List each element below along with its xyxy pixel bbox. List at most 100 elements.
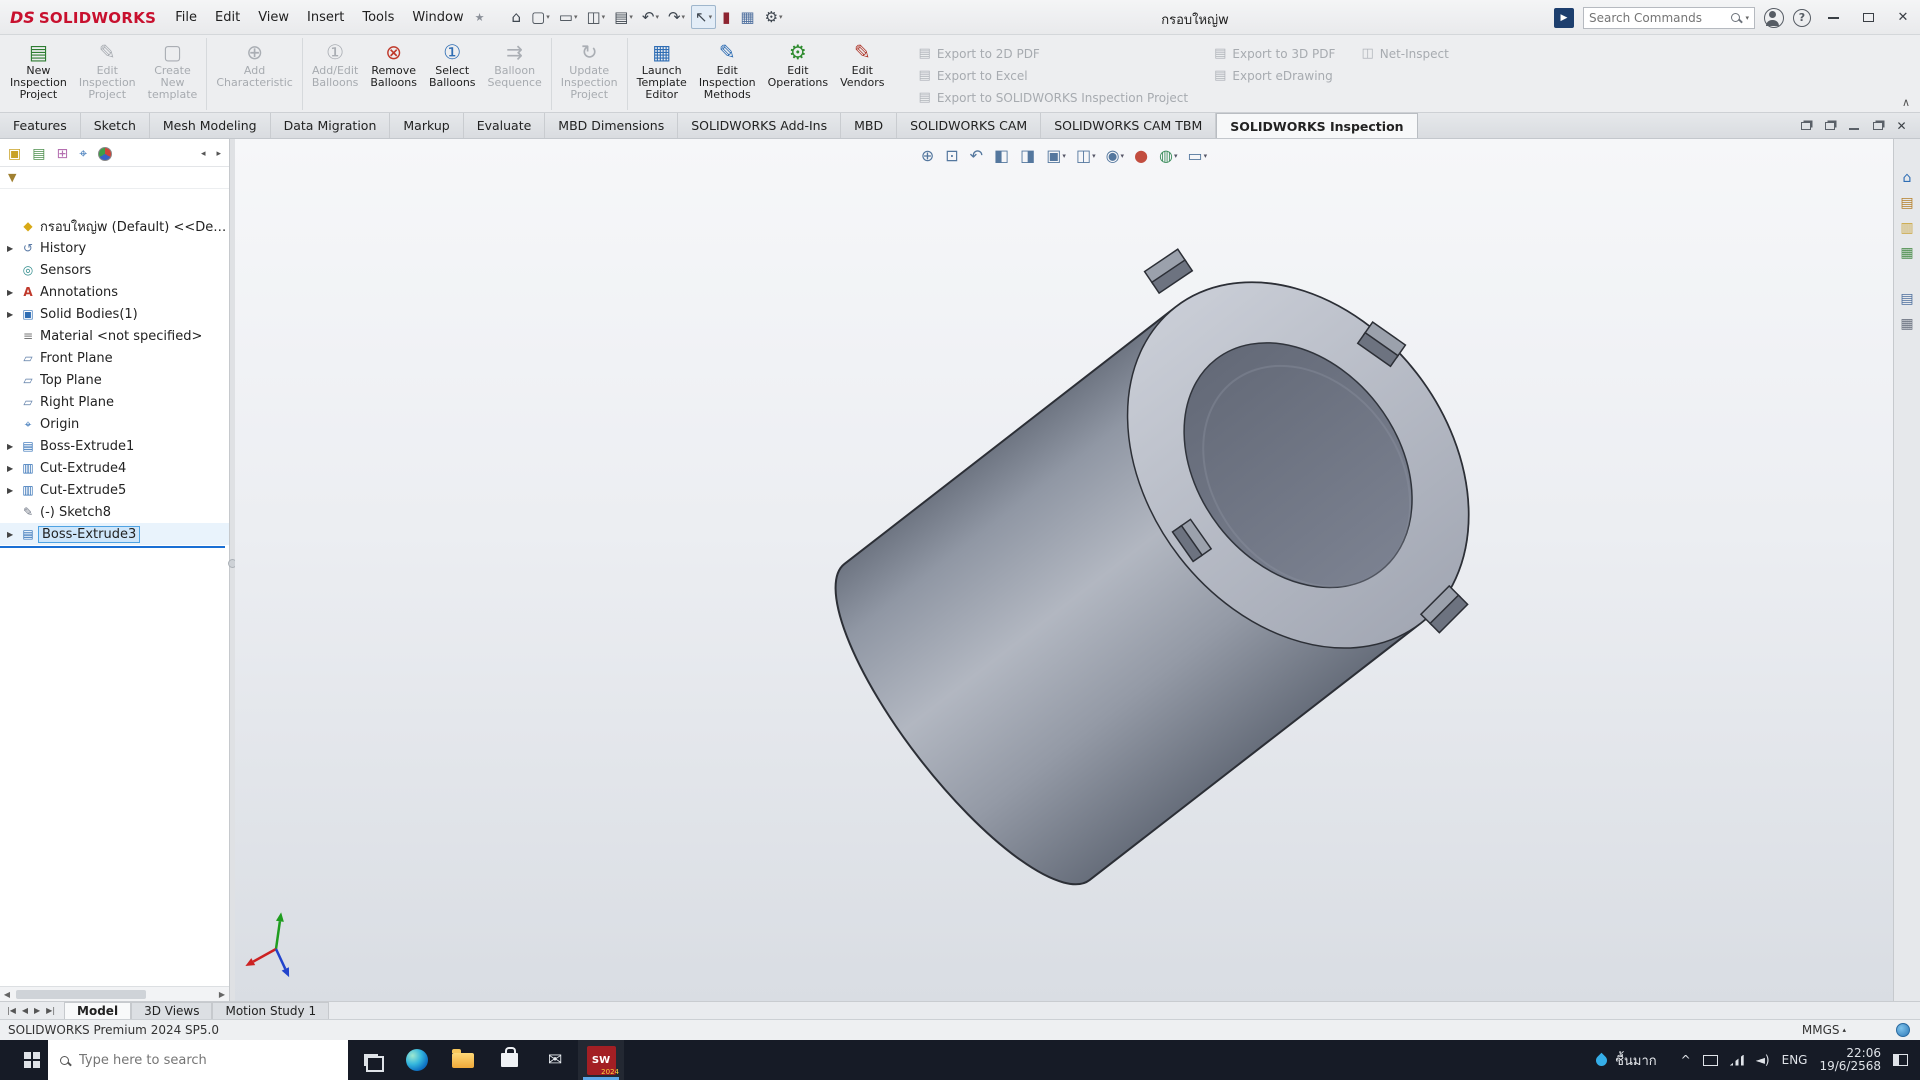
redo-icon[interactable]: ↷ ▾ bbox=[665, 6, 688, 28]
tree-item-annotations[interactable]: ▶ A Annotations bbox=[0, 281, 229, 303]
tree-item-cut-extrude5[interactable]: ▶ ▥ Cut-Extrude5 bbox=[0, 479, 229, 501]
edit-appearance-icon[interactable]: ● bbox=[1131, 144, 1152, 167]
tab-solidworks-cam[interactable]: SOLIDWORKS CAM bbox=[897, 113, 1041, 138]
model-tab-scroll-last-icon[interactable]: ▶| bbox=[43, 1006, 58, 1015]
action-center-icon[interactable] bbox=[1893, 1054, 1908, 1066]
dimxpertmanager-tab-icon[interactable]: ⌖ bbox=[79, 146, 87, 162]
open-icon[interactable]: ▭ ▾ bbox=[556, 6, 581, 28]
model-tab-scroll-next-icon[interactable]: ▶ bbox=[31, 1006, 43, 1015]
file-explorer-pane-icon[interactable]: ▥ bbox=[1900, 219, 1913, 237]
weather-widget[interactable]: ชื้นมาก bbox=[1584, 1040, 1668, 1080]
pack-and-go-icon[interactable]: ▦ bbox=[1900, 315, 1913, 333]
task-view-icon[interactable] bbox=[348, 1040, 394, 1080]
menu-view[interactable]: View bbox=[249, 6, 298, 29]
design-library-icon[interactable]: ▤ bbox=[1900, 194, 1913, 212]
propertymanager-tab-icon[interactable]: ▤ bbox=[32, 146, 45, 162]
launch-template-editor-button[interactable]: ▦ Launch Template Editor bbox=[631, 38, 693, 110]
red-indicator-icon[interactable]: ▮ bbox=[719, 6, 734, 28]
maximize-button[interactable] bbox=[1855, 6, 1881, 30]
tree-expand-icon[interactable]: ▶ bbox=[7, 442, 19, 451]
tree-item-part-root[interactable]: ◆ กรอบใหญ่w (Default) <<Default>_Displ bbox=[0, 215, 229, 237]
search-scope-icon[interactable]: ▶ bbox=[1554, 8, 1574, 28]
edit-operations-button[interactable]: ⚙ Edit Operations bbox=[762, 38, 834, 110]
edit-inspection-methods-button[interactable]: ✎ Edit Inspection Methods bbox=[693, 38, 762, 110]
tab-mbd[interactable]: MBD bbox=[841, 113, 897, 138]
tab-solidworks-inspection[interactable]: SOLIDWORKS Inspection bbox=[1216, 113, 1417, 138]
close-button[interactable]: ✕ bbox=[1890, 6, 1916, 30]
print-icon[interactable]: ▤ ▾ bbox=[611, 6, 636, 28]
tab-motion-study-1[interactable]: Motion Study 1 bbox=[212, 1002, 329, 1019]
tray-screen-icon[interactable] bbox=[1703, 1055, 1718, 1066]
model-tab-scroll-prev-icon[interactable]: ◀ bbox=[19, 1006, 31, 1015]
tab-evaluate[interactable]: Evaluate bbox=[464, 113, 546, 138]
tree-item-origin[interactable]: ⌖ Origin bbox=[0, 413, 229, 435]
tree-item-cut-extrude4[interactable]: ▶ ▥ Cut-Extrude4 bbox=[0, 457, 229, 479]
volume-icon[interactable]: ◄) bbox=[1756, 1053, 1770, 1067]
tree-item-right-plane[interactable]: ▱ Right Plane bbox=[0, 391, 229, 413]
select-balloons-button[interactable]: ① Select Balloons bbox=[423, 38, 482, 110]
zoom-to-fit-icon[interactable]: ⊕ bbox=[918, 144, 938, 167]
web-help-globe-icon[interactable] bbox=[1896, 1023, 1910, 1037]
menu-edit[interactable]: Edit bbox=[206, 6, 249, 29]
solidworks-app-icon[interactable]: SW 2024 bbox=[578, 1040, 624, 1080]
3d-drawing-view-icon[interactable]: ◨ bbox=[1017, 144, 1039, 167]
select-cursor-icon[interactable]: ↖ ▾ bbox=[691, 5, 716, 29]
featuremanager-tab-icon[interactable]: ▣ bbox=[8, 146, 21, 162]
scroll-right-icon[interactable]: ▶ bbox=[215, 990, 229, 999]
user-avatar[interactable] bbox=[1764, 8, 1784, 28]
tab-3d-views[interactable]: 3D Views bbox=[131, 1002, 212, 1019]
new-inspection-project-button[interactable]: ▤ New Inspection Project bbox=[4, 38, 73, 110]
home-icon[interactable]: ⌂ bbox=[509, 6, 526, 28]
tab-data-migration[interactable]: Data Migration bbox=[271, 113, 391, 138]
appearances-scenes-icon[interactable] bbox=[1900, 269, 1914, 283]
taskbar-search-input[interactable] bbox=[79, 1053, 336, 1068]
solidworks-resources-icon[interactable]: ⌂ bbox=[1903, 169, 1912, 187]
help-button[interactable]: ? bbox=[1793, 9, 1811, 27]
save-icon[interactable]: ◫ ▾ bbox=[583, 6, 608, 28]
doc-close-icon[interactable]: ✕ bbox=[1893, 118, 1910, 134]
store-icon[interactable] bbox=[486, 1040, 532, 1080]
tab-mbd-dimensions[interactable]: MBD Dimensions bbox=[545, 113, 678, 138]
search-icon[interactable] bbox=[1731, 13, 1740, 22]
hide-show-items-icon[interactable]: ◉ ▾ bbox=[1103, 144, 1127, 167]
section-view-icon[interactable]: ◧ bbox=[991, 144, 1013, 167]
tray-chevron-icon[interactable]: ^ bbox=[1681, 1053, 1691, 1067]
tree-expand-icon[interactable]: ▶ bbox=[7, 244, 19, 253]
menu-tools[interactable]: Tools bbox=[353, 6, 403, 29]
custom-properties-icon[interactable]: ▤ bbox=[1900, 290, 1913, 308]
view-palette-icon[interactable]: ▦ bbox=[1900, 244, 1913, 262]
previous-view-icon[interactable]: ↶ bbox=[967, 144, 987, 167]
tree-item-solid-bodies[interactable]: ▶ ▣ Solid Bodies(1) bbox=[0, 303, 229, 325]
ribbon-collapse-icon[interactable]: ∧ bbox=[1902, 96, 1910, 109]
tree-item-front-plane[interactable]: ▱ Front Plane bbox=[0, 347, 229, 369]
view-orientation-icon[interactable]: ▣ ▾ bbox=[1043, 144, 1069, 167]
tree-expand-icon[interactable]: ▶ bbox=[7, 486, 19, 495]
tree-item-boss-extrude3[interactable]: ▶ ▤ Boss-Extrude3 bbox=[0, 523, 229, 545]
doc-restore-icon[interactable] bbox=[1869, 118, 1886, 134]
zoom-to-area-icon[interactable]: ⊡ bbox=[942, 144, 962, 167]
panel-tab-next-icon[interactable]: ▸ bbox=[216, 146, 221, 162]
search-commands-input[interactable] bbox=[1589, 11, 1726, 25]
viewport-canvas[interactable] bbox=[235, 139, 1893, 1001]
doc-float-window-icon[interactable] bbox=[1797, 118, 1814, 134]
doc-minimize-icon[interactable] bbox=[1845, 118, 1862, 134]
menu-insert[interactable]: Insert bbox=[298, 6, 353, 29]
tab-markup[interactable]: Markup bbox=[390, 113, 463, 138]
tree-expand-icon[interactable]: ▶ bbox=[7, 310, 19, 319]
configurationmanager-tab-icon[interactable]: ⊞ bbox=[56, 146, 68, 162]
filter-funnel-icon[interactable]: ▼ bbox=[8, 171, 16, 184]
clock[interactable]: 22:06 19/6/2568 bbox=[1819, 1047, 1881, 1073]
displaymanager-tab-icon[interactable] bbox=[98, 147, 112, 161]
model-tab-scroll-first-icon[interactable]: |◀ bbox=[4, 1006, 19, 1015]
tab-sketch[interactable]: Sketch bbox=[81, 113, 150, 138]
tab-features[interactable]: Features bbox=[0, 113, 81, 138]
language-indicator[interactable]: ENG bbox=[1782, 1053, 1808, 1067]
tree-expand-icon[interactable]: ▶ bbox=[7, 464, 19, 473]
scroll-left-icon[interactable]: ◀ bbox=[0, 990, 14, 999]
display-style-icon[interactable]: ◫ ▾ bbox=[1073, 144, 1099, 167]
options-gear-icon[interactable]: ⚙ ▾ bbox=[762, 6, 786, 28]
menu-window[interactable]: Window bbox=[403, 6, 472, 29]
units-selector[interactable]: MMGS ▴ bbox=[1802, 1023, 1846, 1037]
doc-cascade-window-icon[interactable] bbox=[1821, 118, 1838, 134]
edit-vendors-button[interactable]: ✎ Edit Vendors bbox=[834, 38, 890, 110]
